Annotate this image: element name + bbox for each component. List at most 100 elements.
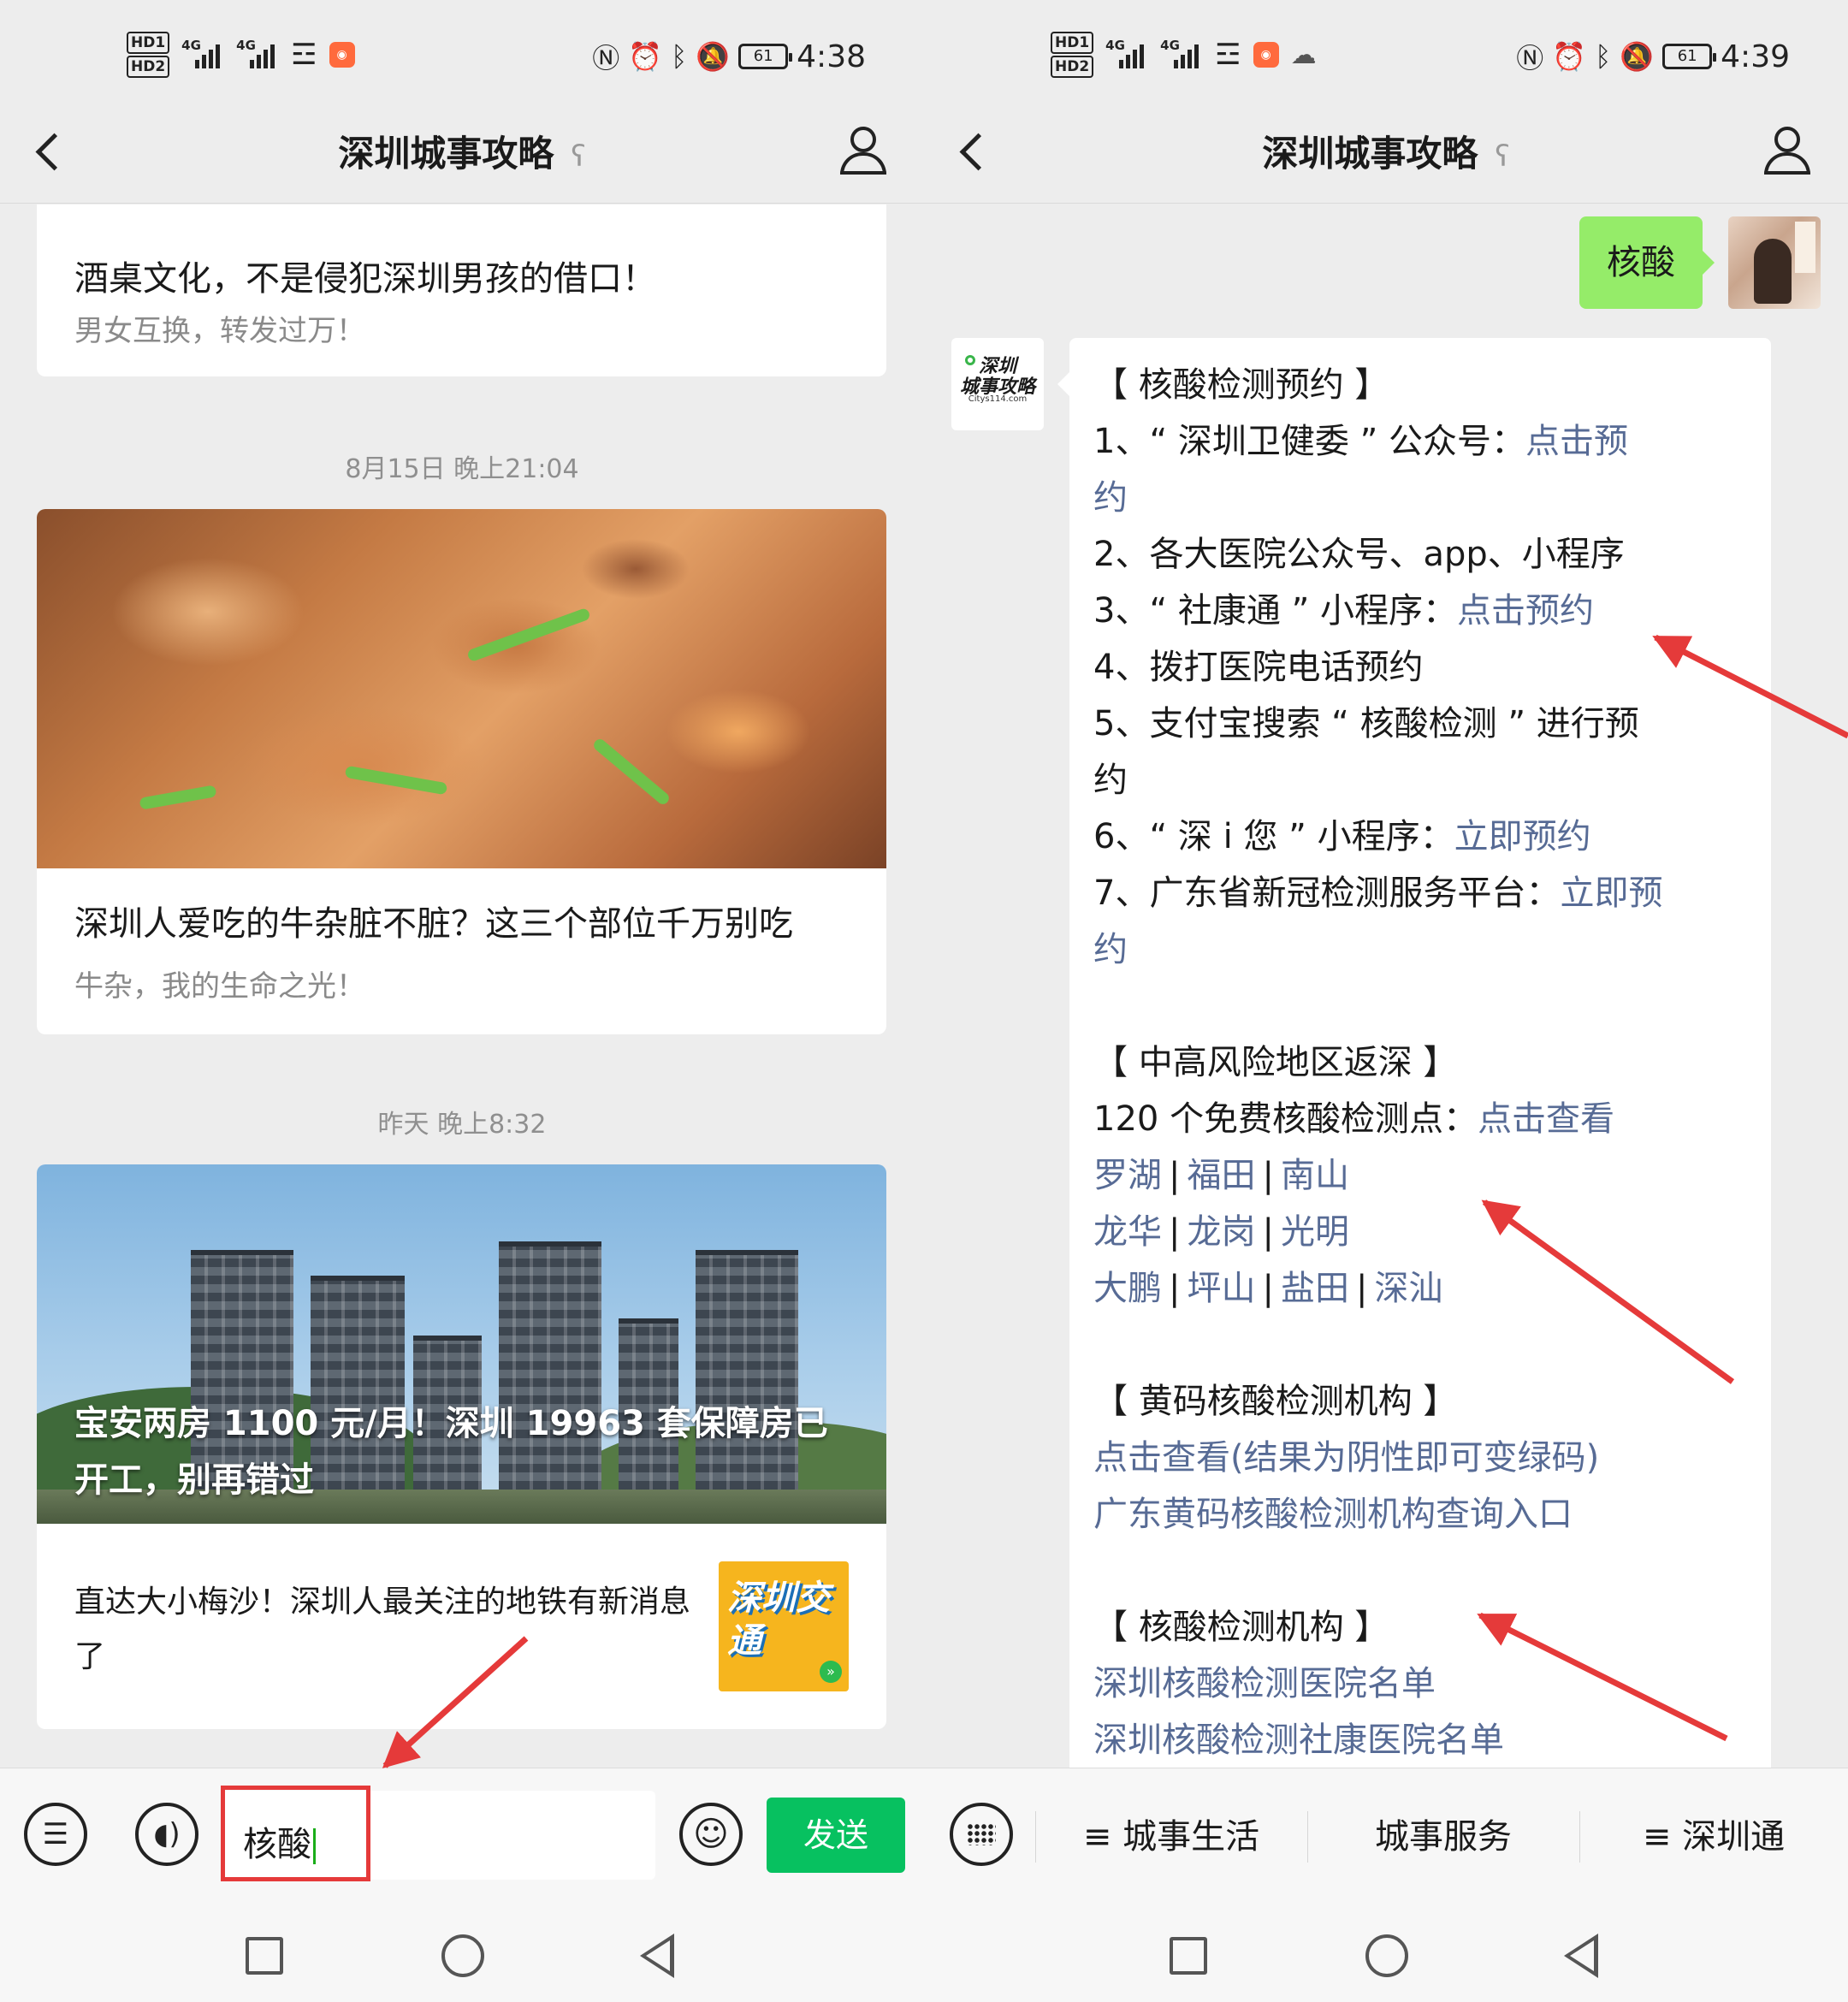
account-avatar[interactable]: 深圳 城事攻略 Citys114.com [951, 338, 1044, 430]
clock: 4:38 [797, 38, 866, 74]
alarm-icon: ⏰ [1552, 40, 1587, 73]
section-title: 【 中高风险地区返深 】 [1093, 1043, 1458, 1082]
annotation-highlight-box [221, 1786, 370, 1881]
recents-icon[interactable] [1170, 1937, 1207, 1975]
title-bar: 深圳城事攻略 ʕ [0, 103, 924, 204]
voice-icon[interactable]: ◖) [135, 1803, 198, 1866]
back-nav-icon[interactable] [640, 1934, 674, 1978]
cover-image: 宝安两房 1100 元/月！深圳 19963 套保障房已开工，别再错过 [37, 1164, 886, 1524]
right-screenshot: HD1 HD2 4G 4G ☲ ◉ ☁ Ⓝ ⏰ ᛒ 🔕 61 4:39 深圳城事攻… [924, 0, 1848, 2002]
district-link[interactable]: 大鹏 [1093, 1269, 1162, 1308]
menu-list-icon[interactable]: ☰ [24, 1803, 87, 1866]
district-link[interactable]: 龙华 [1093, 1212, 1162, 1252]
page-title: 深圳城事攻略 ʕ [338, 133, 586, 175]
battery-icon: 61 [738, 44, 793, 69]
home-icon[interactable] [1365, 1934, 1408, 1977]
section-title: 【 黄码核酸检测机构 】 [1093, 1382, 1458, 1421]
cloud-icon: ☁ [1290, 39, 1317, 70]
emoji-icon[interactable]: ☺ [679, 1803, 743, 1866]
clock: 4:39 [1721, 38, 1790, 74]
back-nav-icon[interactable] [1564, 1934, 1598, 1978]
system-nav-bar [0, 1904, 924, 2002]
page-title: 深圳城事攻略 ʕ [1262, 133, 1510, 175]
district-link[interactable]: 龙岗 [1187, 1212, 1255, 1252]
article-subtitle: 牛杂，我的生命之光！ [74, 969, 365, 1004]
wifi-icon: ☲ [1215, 38, 1241, 72]
list-item: 120 个免费核酸检测点： [1093, 1099, 1478, 1139]
cover-title: 宝安两房 1100 元/月！深圳 19963 套保障房已开工，别再错过 [74, 1404, 828, 1500]
ear-icon: ʕ [1495, 139, 1510, 174]
booking-link[interactable]: 立即预 [1560, 874, 1662, 913]
timestamp: 昨天 晚上8:32 [377, 1110, 547, 1140]
booking-link-cont[interactable]: 约 [1093, 478, 1128, 518]
app-notification-icon: ◉ [329, 42, 355, 68]
mute-icon: 🔕 [1620, 40, 1655, 73]
list-item: 6、“ 深 i 您 ” 小程序： [1093, 817, 1454, 856]
hospital-list-link[interactable]: 深圳核酸检测医院名单 [1093, 1656, 1752, 1712]
mute-icon: 🔕 [696, 40, 731, 73]
district-link[interactable]: 光明 [1281, 1212, 1349, 1252]
list-item: 7、广东省新冠检测服务平台： [1093, 874, 1561, 913]
alarm-icon: ⏰ [628, 40, 663, 73]
district-link[interactable]: 福田 [1187, 1156, 1255, 1195]
signal-icon: 4G [181, 38, 224, 72]
profile-icon[interactable] [838, 125, 890, 178]
recents-icon[interactable] [246, 1937, 283, 1975]
booking-link-cont[interactable]: 约 [1093, 930, 1128, 969]
my-avatar[interactable] [1728, 216, 1821, 309]
bot-reply-bubble: 【 核酸检测预约 】 1、“ 深圳卫健委 ” 公众号：点击预 约 2、各大医院公… [1057, 338, 1771, 1792]
district-link[interactable]: 盐田 [1281, 1269, 1349, 1308]
timestamp: 8月15日 晚上21:04 [345, 454, 579, 484]
my-message-bubble[interactable]: 核酸 [1579, 216, 1715, 309]
list-item: 3、“ 社康通 ” 小程序： [1093, 591, 1458, 631]
menu-city-service[interactable]: 城事服务 [1307, 1803, 1579, 1871]
article-thumbnail: 深圳交通 » [719, 1561, 849, 1691]
community-hospital-list-link[interactable]: 深圳核酸检测社康医院名单 [1093, 1712, 1752, 1768]
menu-city-life[interactable]: ≡ 城事生活 [1035, 1803, 1307, 1871]
status-bar: HD1 HD2 4G 4G ☲ ◉ Ⓝ ⏰ ᛒ 🔕 61 4:38 [0, 0, 924, 103]
ear-icon: ʕ [571, 139, 586, 174]
district-link[interactable]: 南山 [1281, 1156, 1349, 1195]
article-title: 酒桌文化，不是侵犯深圳男孩的借口！ [74, 259, 656, 299]
send-button[interactable]: 发送 [767, 1798, 905, 1873]
article-title: 直达大小梅沙！深圳人最关注的地铁有新消息了 [74, 1584, 691, 1674]
booking-link[interactable]: 点击预 [1525, 422, 1628, 461]
district-link[interactable]: 罗湖 [1093, 1156, 1162, 1195]
article-card[interactable]: 酒桌文化，不是侵犯深圳男孩的借口！ 男女互换，转发过万！ [37, 204, 886, 376]
list-item: 4、拨打医院电话预约 [1093, 648, 1424, 687]
menu-shenzhen-tong[interactable]: ≡ 深圳通 [1579, 1803, 1848, 1871]
list-item-cont: 约 [1093, 761, 1128, 800]
account-menu-bar: ≡ 城事生活 城事服务 ≡ 深圳通 [924, 1768, 1848, 1904]
bluetooth-icon: ᛒ [1595, 40, 1612, 73]
section-title: 【 核酸检测预约 】 [1093, 365, 1389, 405]
input-bar: ☰ ◖) 核酸 ☺ 发送 [0, 1768, 924, 1904]
list-item: 1、“ 深圳卫健委 ” 公众号： [1093, 422, 1526, 461]
home-icon[interactable] [441, 1934, 484, 1977]
keyboard-icon[interactable] [950, 1803, 1013, 1866]
bluetooth-icon: ᛒ [671, 40, 688, 73]
yellow-code-query-link[interactable]: 广东黄码核酸检测机构查询入口 [1093, 1486, 1752, 1543]
article-title: 深圳人爱吃的牛杂脏不脏？这三个部位千万别吃 [74, 904, 793, 944]
signal-icon-2: 4G [1160, 38, 1203, 72]
hd-badges: HD1 HD2 [1051, 31, 1094, 79]
article-card[interactable]: 深圳人爱吃的牛杂脏不脏？这三个部位千万别吃 牛杂，我的生命之光！ [37, 509, 886, 1034]
nfc-icon: Ⓝ [592, 42, 620, 74]
signal-icon-2: 4G [236, 38, 279, 72]
profile-icon[interactable] [1762, 125, 1814, 178]
app-notification-icon: ◉ [1253, 42, 1279, 68]
view-link[interactable]: 点击查看 [1478, 1099, 1614, 1139]
booking-link[interactable]: 点击预约 [1457, 591, 1594, 631]
battery-icon: 61 [1662, 44, 1717, 69]
article-card[interactable]: 宝安两房 1100 元/月！深圳 19963 套保障房已开工，别再错过 直达大小… [37, 1164, 886, 1729]
article-feed: 酒桌文化，不是侵犯深圳男孩的借口！ 男女互换，转发过万！ 8月15日 晚上21:… [0, 204, 924, 1767]
district-link[interactable]: 深汕 [1374, 1269, 1442, 1308]
left-screenshot: HD1 HD2 4G 4G ☲ ◉ Ⓝ ⏰ ᛒ 🔕 61 4:38 深圳城事攻略 ʕ… [0, 0, 924, 2002]
section-title: 【 核酸检测机构 】 [1093, 1608, 1389, 1647]
yellow-code-link[interactable]: 点击查看(结果为阴性即可变绿码) [1093, 1430, 1752, 1486]
article-subtitle: 男女互换，转发过万！ [74, 314, 365, 348]
district-link[interactable]: 坪山 [1187, 1269, 1255, 1308]
status-bar: HD1 HD2 4G 4G ☲ ◉ ☁ Ⓝ ⏰ ᛒ 🔕 61 4:39 [924, 0, 1848, 103]
cover-image [37, 509, 886, 868]
booking-link[interactable]: 立即预约 [1454, 817, 1591, 856]
system-nav-bar [924, 1904, 1848, 2002]
